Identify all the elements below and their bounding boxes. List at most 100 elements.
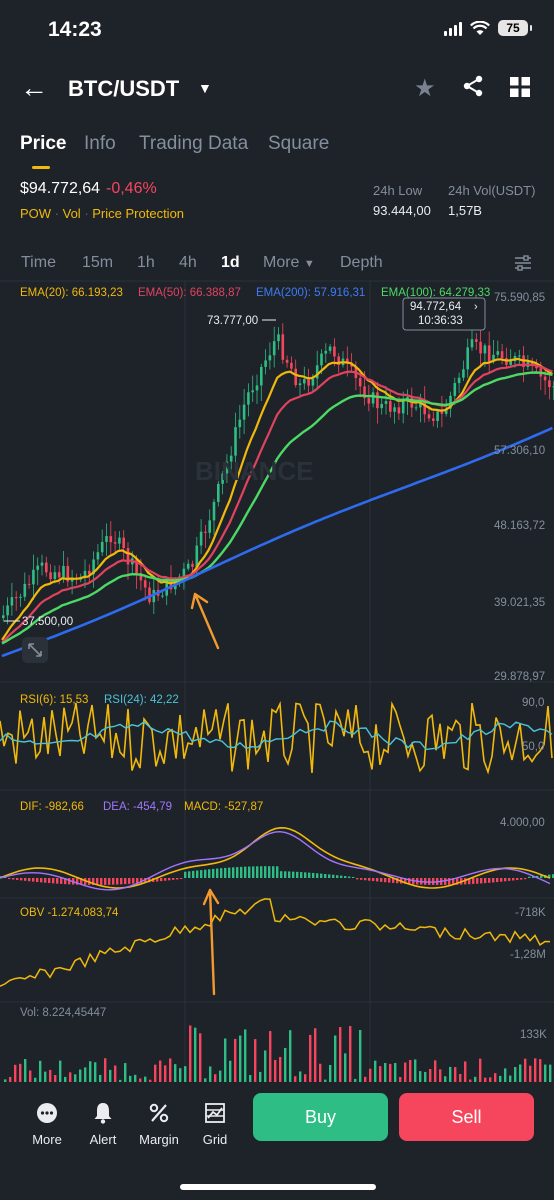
tab-info[interactable]: Info xyxy=(84,133,116,155)
tag-vol[interactable]: Vol xyxy=(63,206,81,221)
chart-settings-icon[interactable] xyxy=(514,255,532,271)
axis-rsi-mid: 50,0 xyxy=(522,741,544,753)
volume-bar xyxy=(79,1069,82,1082)
macd-histogram-bar xyxy=(116,878,119,885)
buy-button[interactable]: Buy xyxy=(253,1093,388,1141)
candle-body xyxy=(268,355,272,361)
tab-square[interactable]: Square xyxy=(268,133,329,155)
nav-more[interactable]: More xyxy=(22,1100,72,1147)
candle-body xyxy=(518,355,521,357)
volume-bar xyxy=(289,1030,292,1082)
axis-price-1: 75.590,85 xyxy=(494,292,545,304)
tf-time[interactable]: Time xyxy=(21,254,56,272)
nav-grid[interactable]: Grid xyxy=(190,1100,240,1147)
volume-bar xyxy=(434,1060,437,1082)
macd-histogram-bar xyxy=(280,871,283,878)
macd-histogram-bar xyxy=(260,866,263,878)
candle-body xyxy=(105,536,108,542)
macd-histogram-bar xyxy=(512,878,515,881)
tooltip-time: 10:36:33 xyxy=(418,315,463,327)
last-price: $94.772,64 xyxy=(20,180,101,197)
axis-obv-mid: -1,28M xyxy=(510,949,546,961)
nav-alert[interactable]: Alert xyxy=(78,1100,128,1147)
tab-trading-data[interactable]: Trading Data xyxy=(139,133,248,155)
candle-body xyxy=(548,380,551,388)
macd-histogram-bar xyxy=(528,876,531,878)
volume-bar xyxy=(299,1071,302,1082)
volume-bar xyxy=(229,1060,232,1082)
low-marker: 37.500,00 xyxy=(22,616,73,628)
legend-rsi24: RSI(24): 42,22 xyxy=(104,694,179,706)
candle-body xyxy=(251,390,254,393)
volume-bar xyxy=(124,1063,127,1082)
macd-histogram-bar xyxy=(316,873,319,878)
volume-bar xyxy=(69,1072,72,1082)
tf-1h[interactable]: 1h xyxy=(137,254,155,272)
nav-alert-label: Alert xyxy=(89,1132,117,1147)
sell-button[interactable]: Sell xyxy=(399,1093,534,1141)
grid-menu-icon[interactable] xyxy=(510,77,530,97)
macd-histogram-bar xyxy=(208,869,211,878)
volume-bar xyxy=(134,1074,137,1082)
candle-body xyxy=(307,379,310,386)
axis-price-2: 57.306,10 xyxy=(494,445,545,457)
caret-down-icon[interactable]: ▼ xyxy=(198,80,212,96)
high-marker: 73.777,00 xyxy=(207,315,258,327)
volume-bar xyxy=(14,1064,17,1082)
macd-histogram-bar xyxy=(132,878,135,884)
macd-histogram-bar xyxy=(476,878,479,884)
macd-histogram-bar xyxy=(40,878,43,883)
volume-bar xyxy=(544,1064,547,1082)
candle-body xyxy=(333,346,336,357)
pair-title[interactable]: BTC/USDT xyxy=(68,76,179,102)
price-change: -0,46% xyxy=(106,180,157,197)
tf-4h[interactable]: 4h xyxy=(179,254,197,272)
tag-pow[interactable]: POW xyxy=(20,206,51,221)
macd-histogram-bar xyxy=(36,878,39,882)
nav-margin[interactable]: Margin xyxy=(134,1100,184,1147)
tf-1d[interactable]: 1d xyxy=(221,254,240,272)
tf-depth[interactable]: Depth xyxy=(340,254,383,272)
macd-histogram-bar xyxy=(256,866,259,878)
kline-chart[interactable]: BINANCE EMA(20): 66.193,23 EMA(50): 66.3… xyxy=(0,278,554,1082)
watermark: BINANCE xyxy=(195,456,313,486)
volume-bar xyxy=(224,1038,227,1082)
expand-icon[interactable] xyxy=(22,637,48,663)
back-arrow-icon[interactable]: ← xyxy=(20,72,48,104)
legend-ema20: EMA(20): 66.193,23 xyxy=(20,287,123,299)
macd-histogram-bar xyxy=(12,878,15,880)
volume-bar xyxy=(464,1061,467,1082)
macd-histogram-bar xyxy=(276,866,279,878)
share-icon[interactable] xyxy=(462,75,484,97)
macd-histogram-bar xyxy=(176,878,179,880)
candle-body xyxy=(32,569,35,585)
tf-more[interactable]: More ▼ xyxy=(263,254,315,272)
volume-bar xyxy=(174,1064,177,1082)
macd-histogram-bar xyxy=(496,878,499,883)
candle-body xyxy=(122,537,125,549)
candle-body xyxy=(440,411,444,414)
volume-bar xyxy=(39,1060,42,1082)
candle-body xyxy=(118,537,121,544)
volume-bar xyxy=(549,1064,552,1082)
candle-body xyxy=(242,404,246,420)
candle-body xyxy=(470,339,474,348)
tab-price[interactable]: Price xyxy=(20,133,66,155)
caret-down-icon: ▼ xyxy=(303,258,315,270)
star-icon[interactable]: ★ xyxy=(414,74,436,103)
low-label: 24h Low xyxy=(373,183,423,198)
more-dots-icon xyxy=(37,1103,57,1123)
candle-body xyxy=(49,572,52,580)
vol-value: 1,57B xyxy=(448,203,482,218)
volume-bar xyxy=(54,1075,57,1082)
volume-bar xyxy=(429,1068,432,1082)
macd-histogram-bar xyxy=(364,878,367,881)
volume-bar xyxy=(274,1059,277,1082)
macd-histogram-bar xyxy=(184,871,187,878)
candle-body xyxy=(285,359,289,363)
tf-15m[interactable]: 15m xyxy=(82,254,113,272)
tag-price-protection[interactable]: Price Protection xyxy=(92,206,184,221)
candle-body xyxy=(10,597,14,606)
volume-bar xyxy=(514,1067,517,1082)
volume-bar xyxy=(239,1035,242,1082)
